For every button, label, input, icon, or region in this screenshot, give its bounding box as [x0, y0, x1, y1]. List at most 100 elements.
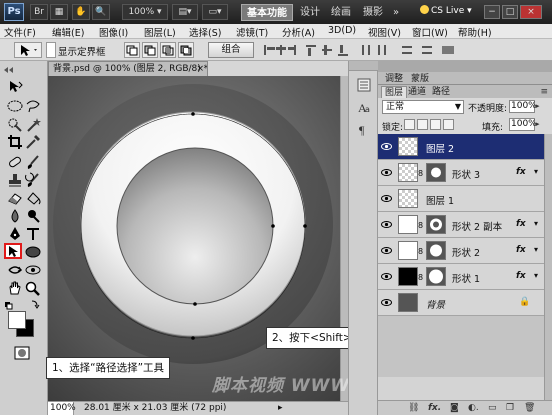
trash-icon[interactable]: 🗑	[524, 403, 535, 413]
clone-stamp-tool[interactable]	[6, 172, 24, 188]
status-menu-arrow[interactable]: ▸	[278, 402, 283, 415]
folder-icon[interactable]: ▭	[488, 403, 497, 413]
path-add-mode-button[interactable]	[124, 42, 140, 58]
fx-badge[interactable]: fx	[516, 245, 526, 255]
fill-field[interactable]: 100%	[509, 118, 537, 131]
anchor-point[interactable]	[193, 302, 197, 306]
pen-tool[interactable]	[6, 226, 24, 242]
fx-expand-arrow[interactable]: ▾	[534, 271, 538, 280]
arrange-documents-button[interactable]: ▤▾	[172, 4, 198, 20]
menu-analysis[interactable]: 分析(A)	[282, 25, 315, 39]
eyedropper-tool[interactable]	[24, 134, 42, 150]
gradient-tool[interactable]	[24, 190, 42, 206]
lasso-tool[interactable]	[24, 98, 42, 114]
menu-select[interactable]: 选择(S)	[189, 25, 221, 39]
canvas-vertical-scrollbar[interactable]	[340, 76, 348, 401]
marquee-tool[interactable]	[6, 98, 24, 114]
menu-window[interactable]: 窗口(W)	[412, 25, 448, 39]
visibility-eye-icon[interactable]	[381, 168, 392, 177]
show-bbox-checkbox[interactable]	[46, 42, 56, 58]
path-exclude-mode-button[interactable]	[178, 42, 194, 58]
menu-edit[interactable]: 编辑(E)	[52, 25, 84, 39]
fx-expand-arrow[interactable]: ▾	[534, 167, 538, 176]
shape-tool[interactable]	[24, 244, 42, 260]
visibility-eye-icon[interactable]	[381, 298, 392, 307]
blend-mode-dropdown[interactable]: 正常 ▼	[382, 100, 464, 114]
more-workspaces-button[interactable]: »	[390, 4, 402, 21]
panel-menu-icon[interactable]: ≡	[540, 87, 548, 97]
character-panel-icon[interactable]: Aa	[356, 99, 372, 115]
mask-icon[interactable]: ◙	[450, 403, 459, 413]
menu-filter[interactable]: 滤镜(T)	[236, 25, 268, 39]
layer-row[interactable]: 背景 🔒	[378, 290, 552, 316]
brush-tool[interactable]	[24, 154, 42, 170]
anchor-point[interactable]	[271, 224, 275, 228]
tool-preset-picker[interactable]	[14, 42, 42, 58]
quick-selection-tool[interactable]	[6, 117, 24, 133]
visibility-eye-icon[interactable]	[381, 272, 392, 281]
combine-button[interactable]: 组合	[208, 42, 254, 58]
layer-row[interactable]: 图层 2	[378, 134, 552, 160]
opacity-field[interactable]: 100%	[509, 100, 537, 113]
visibility-eye-icon[interactable]	[381, 220, 392, 229]
path-intersect-mode-button[interactable]	[160, 42, 176, 58]
menu-image[interactable]: 图像(I)	[99, 25, 128, 39]
workspace-design[interactable]: 设计	[297, 4, 323, 21]
workspace-essentials[interactable]: 基本功能	[241, 4, 293, 21]
opacity-arrow[interactable]: ▸	[536, 100, 544, 113]
hand-tool-button[interactable]: ✋	[72, 4, 90, 20]
workspace-photography[interactable]: 摄影	[360, 4, 386, 21]
visibility-eye-icon[interactable]	[381, 142, 392, 151]
align-distribute-group[interactable]	[262, 42, 462, 58]
quick-mask-button[interactable]	[13, 345, 31, 361]
crop-tool[interactable]	[6, 134, 24, 150]
visibility-eye-icon[interactable]	[381, 246, 392, 255]
anchor-point[interactable]	[191, 112, 195, 116]
blur-tool[interactable]	[6, 208, 24, 224]
healing-brush-tool[interactable]	[6, 154, 24, 170]
document-tab-close-button[interactable]: ×	[196, 62, 204, 76]
close-button[interactable]: ×	[520, 5, 542, 19]
zoom-tool-button[interactable]: 🔍	[92, 4, 110, 20]
canvas-area[interactable]	[48, 76, 348, 401]
3d-orbit-tool[interactable]	[24, 262, 42, 278]
3d-rotate-tool[interactable]	[6, 262, 24, 278]
fx-icon[interactable]: fx.	[428, 403, 441, 413]
zoom-level-dropdown[interactable]: 100% ▾	[122, 4, 168, 20]
layer-row[interactable]: 8 形状 1 fx ▾	[378, 264, 552, 290]
menu-help[interactable]: 帮助(H)	[458, 25, 492, 39]
type-tool[interactable]	[24, 226, 42, 242]
status-zoom-field[interactable]: 100%	[48, 402, 76, 415]
path-subtract-mode-button[interactable]	[142, 42, 158, 58]
document-tab[interactable]: 背景.psd @ 100% (图层 2, RGB/8) * ×	[48, 61, 208, 76]
dock-grip[interactable]	[349, 61, 378, 71]
fill-arrow[interactable]: ▸	[536, 118, 544, 131]
menu-layer[interactable]: 图层(L)	[144, 25, 176, 39]
paragraph-panel-icon[interactable]: ¶	[356, 121, 372, 137]
history-panel-icon[interactable]	[356, 77, 372, 93]
workspace-painting[interactable]: 绘画	[328, 4, 354, 21]
new-layer-icon[interactable]: ❐	[506, 403, 514, 413]
visibility-eye-icon[interactable]	[381, 194, 392, 203]
layer-row[interactable]: 8 形状 3 fx ▾	[378, 160, 552, 186]
fx-expand-arrow[interactable]: ▾	[534, 245, 538, 254]
menu-file[interactable]: 文件(F)	[4, 25, 36, 39]
adjustment-icon[interactable]: ◐.	[468, 403, 479, 413]
link-layers-icon[interactable]: ⛓	[408, 403, 419, 413]
layers-scrollbar[interactable]	[544, 134, 552, 400]
tools-collapse-icon[interactable]	[0, 63, 48, 77]
anchor-point[interactable]	[191, 336, 195, 340]
fx-expand-arrow[interactable]: ▾	[534, 219, 538, 228]
eraser-tool[interactable]	[6, 190, 24, 206]
fx-badge[interactable]: fx	[516, 219, 526, 229]
magic-wand-tool[interactable]	[24, 117, 42, 133]
dodge-tool[interactable]	[24, 208, 42, 224]
bridge-button[interactable]: Br	[30, 4, 48, 20]
layer-row[interactable]: 8 形状 2 fx ▾	[378, 238, 552, 264]
fx-badge[interactable]: fx	[516, 167, 526, 177]
fx-badge[interactable]: fx	[516, 271, 526, 281]
layer-row[interactable]: 8 形状 2 副本 fx ▾	[378, 212, 552, 238]
menu-3d[interactable]: 3D(D)	[328, 25, 356, 36]
hand-tool[interactable]	[6, 280, 24, 296]
cs-live-button[interactable]: CS Live ▾	[420, 5, 472, 16]
